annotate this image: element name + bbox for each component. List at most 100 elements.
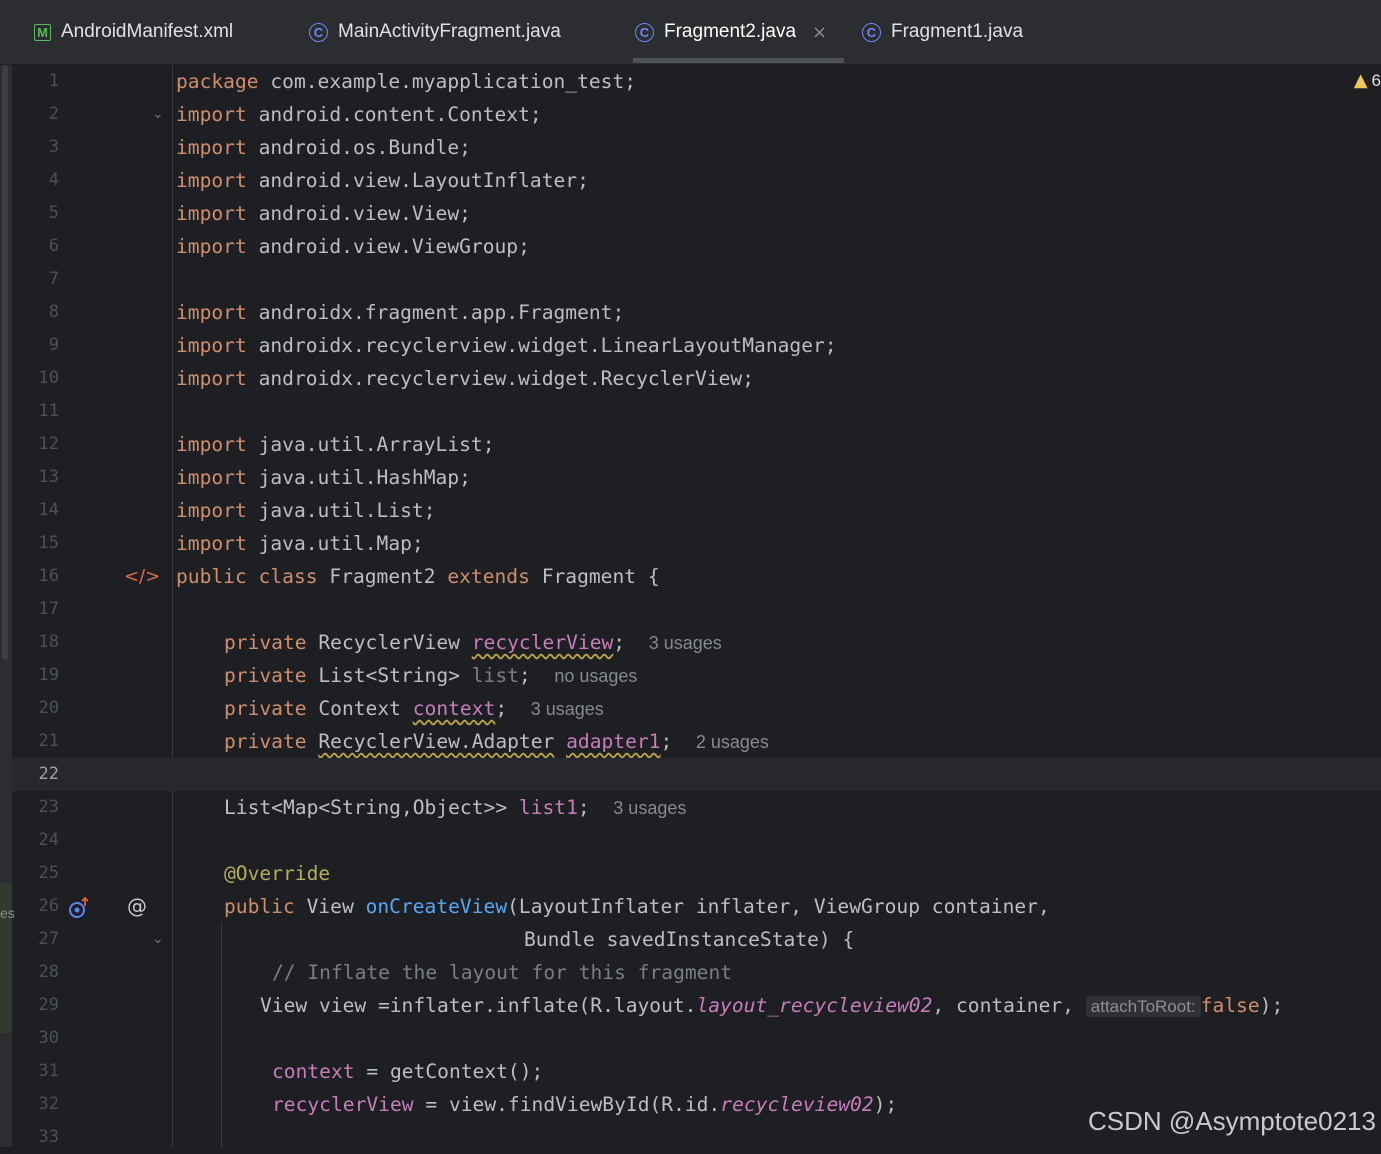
- code-line[interactable]: 15 import java.util.Map;: [12, 527, 1381, 560]
- code-part: , container,: [932, 994, 1086, 1017]
- code-line-current[interactable]: 22: [12, 758, 1381, 791]
- code-rest: androidx.recyclerview.widget.RecyclerVie…: [246, 367, 755, 390]
- code-line[interactable]: 3 import android.os.Bundle;: [12, 131, 1381, 164]
- usages-hint[interactable]: 3 usages: [613, 798, 686, 818]
- fold-chevron-icon[interactable]: ⌄: [152, 923, 164, 956]
- line-number: 11: [38, 401, 59, 421]
- code-line[interactable]: 28 // Inflate the layout for this fragme…: [12, 956, 1381, 989]
- tab-label: AndroidManifest.xml: [61, 21, 234, 42]
- code-line[interactable]: 24: [12, 824, 1381, 857]
- line-number: 10: [38, 368, 59, 388]
- code-text: private Context context; 3 usages: [224, 692, 604, 726]
- code-rest: java.util.ArrayList;: [246, 433, 495, 456]
- semicolon: ;: [577, 796, 590, 819]
- keyword: public: [224, 895, 295, 918]
- code-line[interactable]: 19 private List<String> list; no usages: [12, 659, 1381, 692]
- code-text: import android.content.Context;: [176, 98, 542, 131]
- fold-chevron-icon[interactable]: ⌄: [152, 98, 164, 131]
- tab-androidmanifest[interactable]: M AndroidManifest.xml: [34, 0, 233, 64]
- code-rest: java.util.HashMap;: [246, 466, 471, 489]
- code-text: recyclerView = view.findViewById(R.id.re…: [272, 1088, 897, 1121]
- code-line[interactable]: 20 private Context context; 3 usages: [12, 692, 1381, 725]
- semicolon: ;: [495, 697, 508, 720]
- semicolon: ;: [518, 664, 531, 687]
- type-name: Context: [306, 697, 413, 720]
- line-number: 15: [38, 533, 59, 553]
- code-part: );: [1259, 994, 1284, 1017]
- code-line[interactable]: 11: [12, 395, 1381, 428]
- keyword: package: [176, 70, 259, 93]
- code-line[interactable]: 31 context = getContext();: [12, 1055, 1381, 1088]
- keyword: import: [176, 103, 247, 126]
- code-rest: Fragment {: [529, 565, 660, 588]
- field-name: recyclerView: [272, 1093, 414, 1116]
- line-number: 12: [38, 434, 59, 454]
- code-line[interactable]: 13 import java.util.HashMap;: [12, 461, 1381, 494]
- code-line[interactable]: 12 import java.util.ArrayList;: [12, 428, 1381, 461]
- keyword: import: [176, 499, 247, 522]
- code-rest: = getContext();: [354, 1060, 544, 1083]
- annotation-icon[interactable]: @: [127, 890, 147, 923]
- code-text: private RecyclerView.Adapter adapter1; 2…: [224, 725, 769, 759]
- code-text: import android.view.ViewGroup;: [176, 230, 530, 263]
- code-line[interactable]: 4 import android.view.LayoutInflater;: [12, 164, 1381, 197]
- line-number: 17: [38, 599, 59, 619]
- tab-fragment1[interactable]: C Fragment1.java: [862, 0, 1023, 64]
- line-number: 23: [38, 797, 59, 817]
- line-number: 2: [48, 104, 59, 124]
- keyword: import: [176, 169, 247, 192]
- code-line[interactable]: 1 package com.example.myapplication_test…: [12, 65, 1381, 98]
- java-class-icon: C: [635, 22, 654, 42]
- code-part: );: [873, 1093, 898, 1116]
- code-line[interactable]: 2 ⌄ import android.content.Context;: [12, 98, 1381, 131]
- line-number: 26: [38, 896, 59, 916]
- type-name: List<Map<String,Object>>: [224, 796, 519, 819]
- code-line[interactable]: 8 import androidx.fragment.app.Fragment;: [12, 296, 1381, 329]
- tab-fragment2[interactable]: C Fragment2.java ×: [635, 0, 827, 64]
- code-line[interactable]: 26 @ public View onCreateView(LayoutInfl…: [12, 890, 1381, 923]
- usages-hint[interactable]: 2 usages: [696, 732, 769, 752]
- implemented-by-icon[interactable]: </>: [124, 560, 160, 593]
- line-number: 24: [38, 830, 59, 850]
- code-text: import android.view.View;: [176, 197, 471, 230]
- watermark: CSDN @Asymptote0213: [1088, 1106, 1376, 1136]
- code-text: import android.os.Bundle;: [176, 131, 471, 164]
- code-line[interactable]: 29 View view =inflater.inflate(R.layout.…: [12, 989, 1381, 1022]
- usages-hint[interactable]: 3 usages: [649, 633, 722, 653]
- keyword: private: [224, 631, 307, 654]
- code-line[interactable]: 27 ⌄ Bundle savedInstanceState) {: [12, 923, 1381, 956]
- code-line[interactable]: 5 import android.view.View;: [12, 197, 1381, 230]
- code-line[interactable]: 21 private RecyclerView.Adapter adapter1…: [12, 725, 1381, 758]
- code-line[interactable]: 18 private RecyclerView recyclerView; 3 …: [12, 626, 1381, 659]
- scrollbar-thumb[interactable]: [2, 65, 8, 660]
- code-text: // Inflate the layout for this fragment: [272, 956, 732, 989]
- usages-hint[interactable]: no usages: [554, 666, 637, 686]
- keyword: private: [224, 730, 307, 753]
- code-line[interactable]: 17: [12, 593, 1381, 626]
- code-line[interactable]: 9 import androidx.recyclerview.widget.Li…: [12, 329, 1381, 362]
- code-line[interactable]: 7: [12, 263, 1381, 296]
- code-line[interactable]: 25 @Override: [12, 857, 1381, 890]
- code-line[interactable]: 30: [12, 1022, 1381, 1055]
- type-name: View: [294, 895, 366, 918]
- field-name: context: [412, 697, 496, 720]
- line-number: 31: [38, 1061, 59, 1081]
- override-method-icon[interactable]: [67, 890, 91, 923]
- keyword: extends: [447, 565, 530, 588]
- code-line[interactable]: 16 </> public class Fragment2 extends Fr…: [12, 560, 1381, 593]
- method-name: onCreateView: [365, 895, 508, 918]
- tab-mainactivityfragment[interactable]: C MainActivityFragment.java: [309, 0, 561, 64]
- keyword: import: [176, 466, 247, 489]
- usages-hint[interactable]: 3 usages: [531, 699, 604, 719]
- code-line[interactable]: 6 import android.view.ViewGroup;: [12, 230, 1381, 263]
- type-name: RecyclerView.Adapter: [318, 730, 555, 753]
- close-icon[interactable]: ×: [812, 22, 827, 43]
- code-text: @Override: [224, 857, 330, 890]
- tab-label: MainActivityFragment.java: [338, 21, 561, 42]
- code-line[interactable]: 10 import androidx.recyclerview.widget.R…: [12, 362, 1381, 395]
- code-line[interactable]: 14 import java.util.List;: [12, 494, 1381, 527]
- code-line[interactable]: 23 List<Map<String,Object>> list1; 3 usa…: [12, 791, 1381, 824]
- keyword: private: [224, 664, 307, 687]
- code-rest: java.util.List;: [246, 499, 436, 522]
- line-number: 14: [38, 500, 59, 520]
